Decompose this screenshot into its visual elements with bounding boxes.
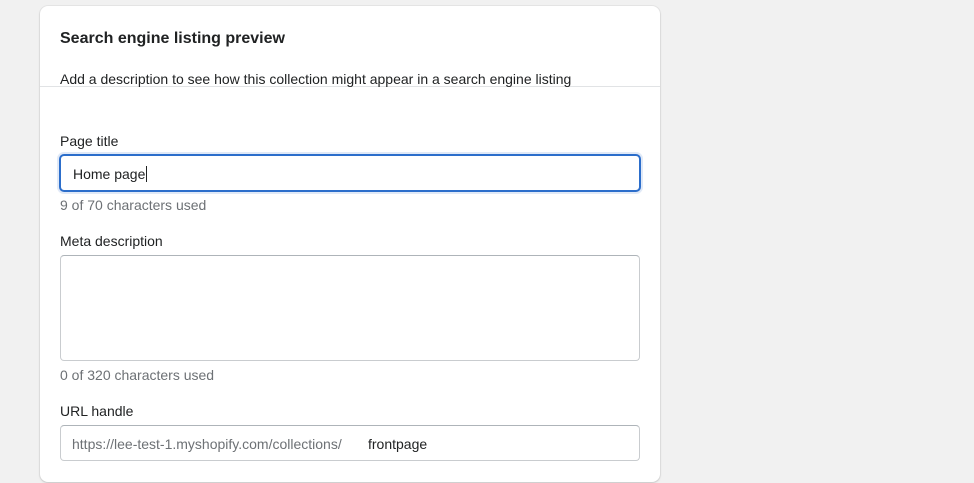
text-caret xyxy=(146,166,148,182)
seo-preview-card: Search engine listing preview Add a desc… xyxy=(40,6,660,482)
card-header: Search engine listing preview Add a desc… xyxy=(40,6,660,87)
url-prefix: https://lee-test-1.myshopify.com/collect… xyxy=(72,436,342,452)
meta-description-textarea[interactable] xyxy=(60,255,640,361)
page-title-value: Home page xyxy=(73,166,148,182)
url-handle-label: URL handle xyxy=(60,403,134,419)
url-handle-value: frontpage xyxy=(368,436,428,452)
meta-description-label: Meta description xyxy=(60,233,163,249)
meta-description-char-count: 0 of 320 characters used xyxy=(60,367,215,383)
card-description: Add a description to see how this collec… xyxy=(60,71,572,87)
page-title-input[interactable]: Home page xyxy=(60,155,640,191)
page-title-label: Page title xyxy=(60,133,119,149)
url-handle-input[interactable]: https://lee-test-1.myshopify.com/collect… xyxy=(60,425,640,461)
card-title: Search engine listing preview xyxy=(60,30,285,47)
page-title-char-count: 9 of 70 characters used xyxy=(60,197,207,213)
